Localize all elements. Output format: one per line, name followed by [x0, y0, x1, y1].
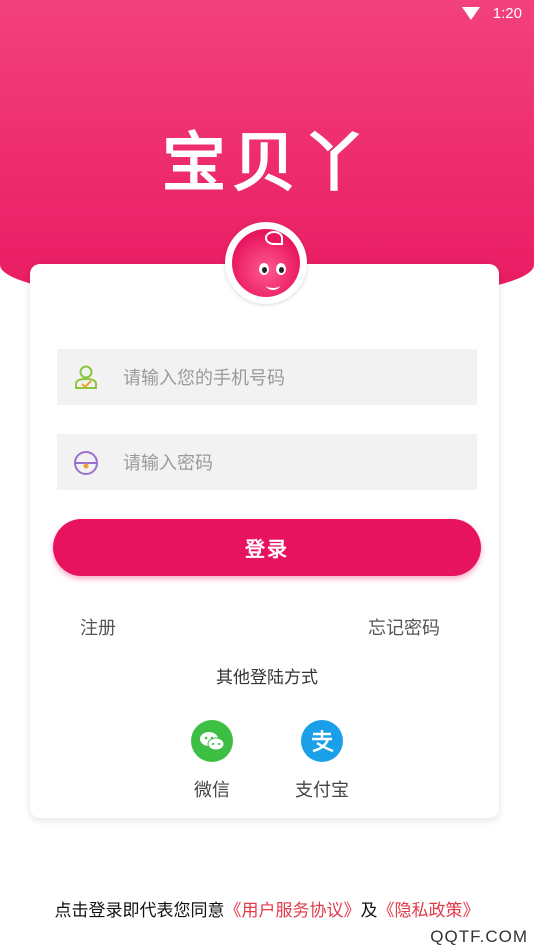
status-time: 1:20: [492, 5, 522, 22]
alipay-label: 支付宝: [295, 780, 349, 801]
wechat-label: 微信: [194, 780, 230, 801]
register-link[interactable]: 注册: [80, 614, 116, 640]
wechat-icon[interactable]: [191, 720, 233, 762]
alipay-icon[interactable]: [301, 720, 343, 762]
login-button[interactable]: 登录: [53, 519, 481, 576]
terms-link[interactable]: 《用户服务协议》: [225, 901, 361, 921]
other-login-title: 其他登陆方式: [216, 668, 318, 688]
phone-field[interactable]: [57, 349, 477, 407]
status-bar: 1:20: [0, 0, 534, 30]
mascot-avatar: [225, 222, 307, 304]
agreement-and: 及: [360, 901, 378, 921]
privacy-link[interactable]: 《隐私政策》: [378, 901, 480, 921]
alipay-login-button[interactable]: 支付宝: [282, 720, 362, 802]
mascot-mouth: [266, 281, 280, 290]
password-field[interactable]: [57, 434, 477, 492]
mascot-face: [232, 229, 300, 297]
brand-logo: 宝贝丫: [162, 127, 372, 201]
mascot-eye-left: [259, 263, 269, 275]
agreement-text: 点击登录即代表您同意《用户服务协议》及《隐私政策》: [0, 896, 534, 921]
forgot-password-link[interactable]: 忘记密码: [368, 614, 440, 640]
password-input[interactable]: [121, 434, 465, 492]
sprout-icon: [265, 231, 283, 245]
lock-icon: [73, 449, 99, 475]
wifi-icon: [462, 7, 480, 20]
watermark: QQTF.COM: [430, 927, 528, 946]
agreement-prefix: 点击登录即代表您同意: [54, 901, 225, 921]
user-icon: [73, 364, 99, 390]
phone-input[interactable]: [121, 349, 465, 407]
mascot-eye-right: [276, 263, 286, 275]
wechat-login-button[interactable]: 微信: [172, 720, 252, 802]
